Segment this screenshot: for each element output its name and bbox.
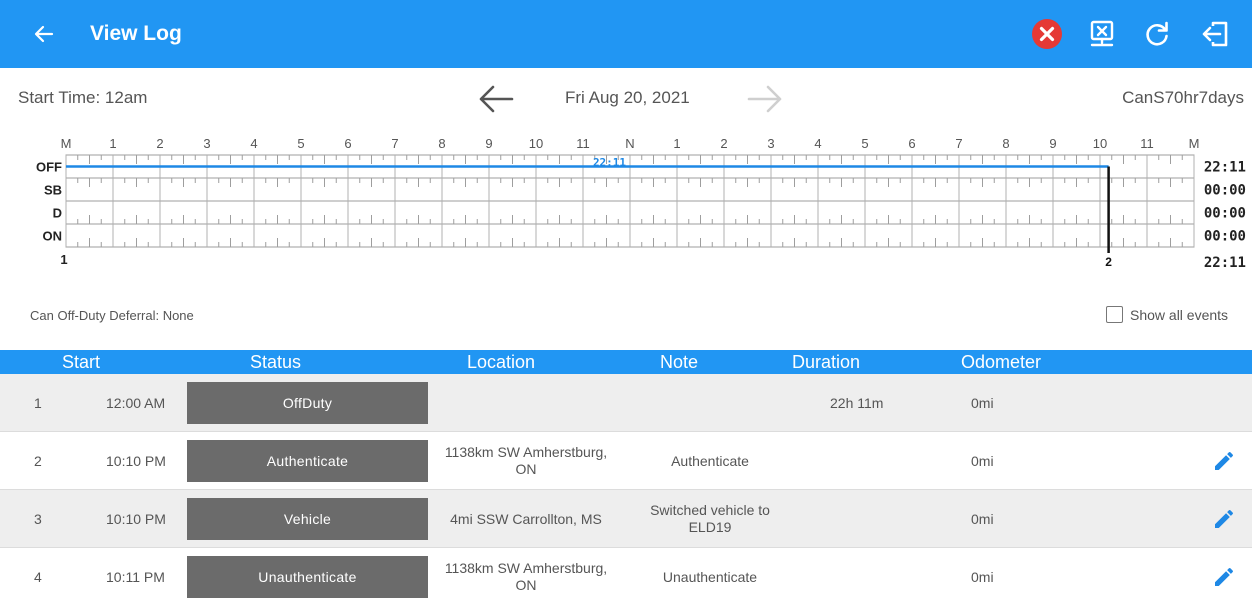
show-all-events-checkbox[interactable]: Show all events (1106, 306, 1228, 323)
table-row[interactable]: 3 10:10 PM Vehicle 4mi SSW Carrollton, M… (0, 490, 1252, 548)
refresh-icon[interactable] (1141, 18, 1173, 50)
hour-tick-label: 9 (485, 136, 492, 151)
row-odometer: 0mi (971, 569, 994, 585)
hour-tick-label: 8 (438, 136, 445, 151)
hour-tick-label: 1 (673, 136, 680, 151)
row-location: 1138km SW Amherstburg, ON (444, 560, 608, 593)
column-header-note: Note (660, 352, 699, 372)
export-log-icon[interactable] (1086, 18, 1118, 50)
row-note: Authenticate (671, 453, 749, 469)
hour-tick-label: 3 (203, 136, 210, 151)
pencil-icon[interactable] (1212, 565, 1236, 589)
row-location: 1138km SW Amherstburg, ON (444, 444, 608, 477)
checkbox-icon[interactable] (1106, 306, 1123, 323)
hour-tick-label: M (61, 136, 72, 151)
column-header-start: Start (62, 352, 101, 372)
app-bar: View Log (0, 0, 1252, 68)
hour-tick-label: 10 (1093, 136, 1107, 151)
row-status-badge: Authenticate (187, 440, 428, 482)
row-odometer: 0mi (971, 395, 994, 411)
row-start-time: 10:10 PM (106, 511, 166, 527)
hour-tick-label: 6 (908, 136, 915, 151)
hour-tick-label: 4 (250, 136, 257, 151)
table-row[interactable]: 4 10:11 PM Unauthenticate 1138km SW Amhe… (0, 548, 1252, 606)
hour-tick-label: 5 (861, 136, 868, 151)
off-duty-deferral-label: Can Off-Duty Deferral: None (30, 308, 194, 323)
row-number: 3 (34, 511, 42, 527)
hour-tick-label: 2 (156, 136, 163, 151)
duty-row-total: 00:00 (1204, 206, 1246, 222)
hour-tick-label: 9 (1049, 136, 1056, 151)
row-note: Switched vehicle to ELD19 (650, 502, 770, 535)
table-header: Start Status Location Note Duration Odom… (0, 350, 1252, 374)
hour-tick-label: 11 (576, 136, 590, 151)
row-status-badge: Vehicle (187, 498, 428, 540)
previous-day-arrow-icon[interactable] (476, 82, 516, 116)
row-number: 2 (34, 453, 42, 469)
row-start-time: 12:00 AM (106, 395, 166, 411)
hour-tick-label: 6 (344, 136, 351, 151)
row-start-time: 10:10 PM (106, 453, 166, 469)
event-end-marker: 2 (1105, 255, 1112, 269)
pencil-icon[interactable] (1212, 449, 1236, 473)
hour-tick-label: 3 (767, 136, 774, 151)
hour-tick-label: 4 (814, 136, 821, 151)
hour-tick-label: N (625, 136, 634, 151)
hour-tick-label: 1 (109, 136, 116, 151)
logout-icon[interactable] (1200, 18, 1232, 50)
hour-tick-label: 7 (391, 136, 398, 151)
table-row[interactable]: 1 12:00 AM OffDuty 22h 11m 0mi (0, 374, 1252, 432)
duty-row-total: 00:00 (1204, 229, 1246, 245)
hour-tick-label: 2 (720, 136, 727, 151)
log-date: Fri Aug 20, 2021 (565, 88, 690, 107)
duty-row-label: ON (43, 229, 63, 244)
column-header-odometer: Odometer (961, 352, 1042, 372)
hour-tick-label: 11 (1140, 136, 1154, 151)
duty-row-total: 22:11 (1204, 160, 1246, 176)
column-header-location: Location (467, 352, 536, 372)
duty-row-label: OFF (36, 160, 62, 175)
log-grid-chart: M 1 2 3 4 5 6 7 8 9 10 11 N 1 2 3 4 5 6 7 8 9 10 11 M OFF 22:11 SB 0… (36, 136, 1246, 271)
row-number: 4 (34, 569, 42, 585)
duty-row-label: SB (44, 183, 62, 198)
row-status-badge: OffDuty (187, 382, 428, 424)
show-all-events-label: Show all events (1130, 307, 1229, 323)
row-odometer: 0mi (971, 511, 994, 527)
row-start-time: 10:11 PM (106, 569, 165, 585)
duration-marker-label: 22:11 (593, 156, 626, 169)
hour-tick-label: 7 (955, 136, 962, 151)
event-start-marker: 1 (60, 252, 67, 267)
grand-total: 22:11 (1204, 255, 1246, 271)
hour-tick-label: 5 (297, 136, 304, 151)
row-status-badge: Unauthenticate (187, 556, 428, 598)
hour-tick-label: 10 (529, 136, 543, 151)
row-location: 4mi SSW Carrollton, MS (450, 511, 602, 527)
duty-row-label: D (53, 206, 62, 221)
next-day-arrow-icon (747, 85, 782, 113)
hour-tick-label: M (1189, 136, 1200, 151)
duty-status-graph: M 1 2 3 4 5 6 7 8 9 10 11 N 1 2 3 4 5 6 7 8 9 10 11 M OFF 22:11 SB 0… (0, 130, 1252, 290)
row-note: Unauthenticate (662, 569, 758, 585)
close-circle-icon[interactable] (1031, 18, 1063, 50)
row-number: 1 (34, 395, 42, 411)
table-row[interactable]: 2 10:10 PM Authenticate 1138km SW Amhers… (0, 432, 1252, 490)
duty-row-total: 00:00 (1204, 183, 1246, 199)
page-title: View Log (90, 22, 182, 45)
column-header-duration: Duration (792, 352, 861, 372)
hour-tick-label: 8 (1002, 136, 1009, 151)
cycle-rule-label: CanS70hr7days (1122, 88, 1244, 107)
row-duration: 22h 11m (830, 395, 884, 411)
arrow-left-icon[interactable] (30, 20, 58, 48)
row-odometer: 0mi (971, 453, 994, 469)
column-header-status: Status (250, 352, 302, 372)
start-time-label: Start Time: 12am (18, 88, 148, 107)
pencil-icon[interactable] (1212, 507, 1236, 531)
